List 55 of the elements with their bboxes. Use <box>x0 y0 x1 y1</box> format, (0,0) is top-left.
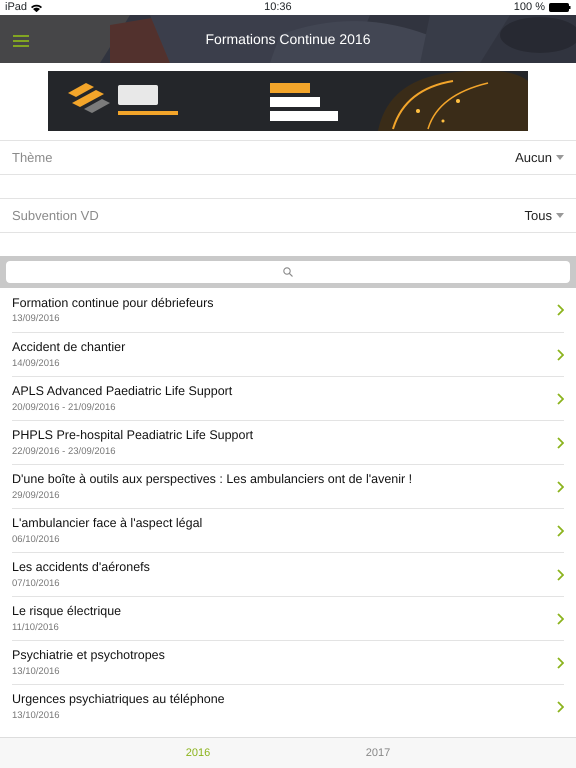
chevron-icon <box>557 304 564 316</box>
course-row[interactable]: D'une boîte à outils aux perspectives : Les ambulanciers ont de l'avenir ! 29/09/2016 <box>0 464 576 508</box>
course-date: 13/10/2016 <box>12 708 61 723</box>
chevron-icon <box>557 480 564 492</box>
course-row[interactable]: Le risque électrique 11/10/2016 <box>0 596 576 640</box>
filter-label: Subvention VD <box>12 206 99 225</box>
course-title: PHPLS Pre-hospital Peadiatric Life Support <box>12 427 254 444</box>
course-row[interactable]: Les accidents d'aéronefs 07/10/2016 <box>0 552 576 596</box>
course-row[interactable]: Urgences psychiatriques au téléphone 13/10/2016 <box>0 684 576 728</box>
chevron-icon <box>557 656 564 668</box>
filter-label: Thème <box>12 148 52 167</box>
course-row[interactable]: L'ambulancier face à l'aspect légal 06/10/2016 <box>0 508 576 552</box>
course-date: 29/09/2016 <box>12 488 61 503</box>
course-title: Psychiatrie et psychotropes <box>12 647 165 664</box>
course-date: 22/09/2016 - 23/09/2016 <box>12 444 117 459</box>
chevron-icon <box>557 392 564 404</box>
course-date: 20/09/2016 - 21/09/2016 <box>12 400 117 415</box>
course-title: D'une boîte à outils aux perspectives : Les ambulanciers ont de l'avenir ! <box>12 471 412 488</box>
filter-dropdown[interactable]: Aucun <box>515 148 564 168</box>
caret-icon <box>556 213 564 218</box>
chevron-icon <box>557 524 564 536</box>
chevron-icon <box>557 612 564 624</box>
chevron-icon <box>557 436 564 448</box>
course-title: Formation continue pour débriefeurs <box>12 294 214 312</box>
filter-dropdown[interactable]: Tous <box>524 206 564 226</box>
course-title: Accident de chantier <box>12 339 126 356</box>
chevron-icon <box>557 700 564 712</box>
chevron-icon <box>557 348 564 360</box>
caret-icon <box>556 155 564 160</box>
menu-button[interactable] <box>13 35 29 47</box>
battery-icon <box>548 3 571 12</box>
chevron-icon <box>557 568 564 580</box>
course-date: 13/09/2016 <box>12 312 61 326</box>
page-title: Formations Continue 2016 <box>206 30 370 48</box>
course-date: 06/10/2016 <box>12 532 61 547</box>
course-title: Les accidents d'aéronefs <box>12 559 150 576</box>
course-title: APLS Advanced Paediatric Life Support <box>12 383 232 400</box>
course-row[interactable]: APLS Advanced Paediatric Life Support 20/09/2016 - 21/09/2016 <box>0 376 576 420</box>
course-row[interactable]: Formation continue pour débriefeurs 13/09/2016 <box>0 288 576 332</box>
course-date: 14/09/2016 <box>12 356 61 371</box>
clock: 10:36 <box>264 0 292 15</box>
course-date: 11/10/2016 <box>12 620 60 635</box>
course-row[interactable]: Accident de chantier 14/09/2016 <box>0 332 576 376</box>
course-title: L'ambulancier face à l'aspect légal <box>12 515 202 532</box>
course-date: 13/10/2016 <box>12 664 61 679</box>
search-field[interactable] <box>6 261 570 283</box>
course-title: Le risque électrique <box>12 603 122 620</box>
battery-level: 100 % <box>514 0 545 15</box>
course-title: Urgences psychiatriques au téléphone <box>12 691 225 708</box>
course-row[interactable]: PHPLS Pre-hospital Peadiatric Life Support 22/09/2016 - 23/09/2016 <box>0 420 576 464</box>
course-row[interactable]: Psychiatrie et psychotropes 13/10/2016 <box>0 640 576 684</box>
search-icon <box>283 267 293 277</box>
device-name: iPad <box>5 0 28 15</box>
wifi-icon <box>31 4 42 12</box>
course-date: 07/10/2016 <box>12 576 61 591</box>
